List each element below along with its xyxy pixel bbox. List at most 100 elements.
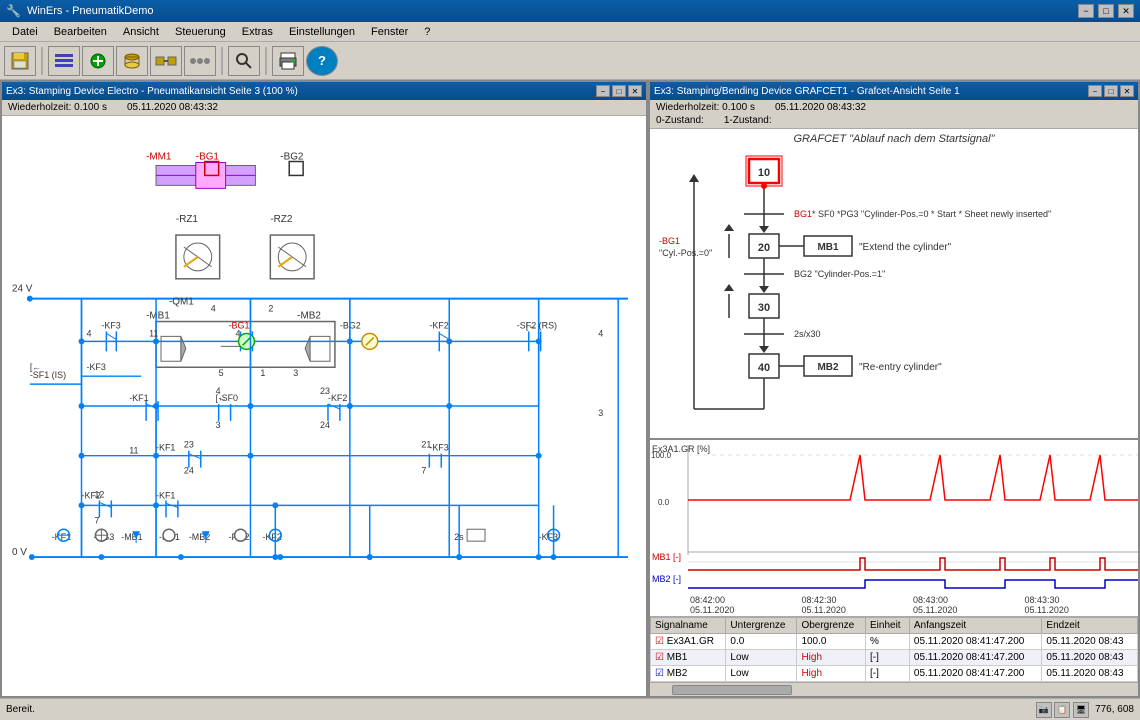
toolbar-print[interactable] — [272, 46, 304, 76]
svg-text:10: 10 — [758, 167, 770, 179]
svg-text:4: 4 — [598, 328, 603, 338]
pneumatic-minimize[interactable]: − — [596, 85, 610, 97]
toolbar-save[interactable] — [4, 46, 36, 76]
svg-text:"Cyl.-Pos.=0": "Cyl.-Pos.=0" — [659, 248, 712, 258]
svg-text:100.0: 100.0 — [651, 451, 672, 460]
svg-text:11: 11 — [149, 328, 158, 338]
grafcet-title: Ex3: Stamping/Bending Device GRAFCET1 - … — [654, 86, 960, 97]
svg-text:0.0: 0.0 — [658, 498, 670, 507]
row2-name: ☑ MB1 — [651, 650, 726, 666]
svg-text:12: 12 — [94, 489, 104, 499]
grafcet-datetime: 05.11.2020 08:43:32 — [775, 102, 866, 113]
menu-ansicht[interactable]: Ansicht — [115, 24, 167, 40]
menu-bearbeiten[interactable]: Bearbeiten — [46, 24, 115, 40]
title-controls[interactable]: − □ ✕ — [1078, 4, 1134, 18]
menu-extras[interactable]: Extras — [234, 24, 281, 40]
time-label-2: 08:42:3005.11.2020 — [802, 595, 914, 615]
pneumatic-controls[interactable]: − □ ✕ — [596, 85, 642, 97]
grafcet-content: GRAFCET "Ablauf nach dem Startsignal" 10 — [650, 129, 1138, 438]
add-icon — [89, 52, 107, 70]
toolbar-play[interactable] — [48, 46, 80, 76]
svg-text:MB2 [-]: MB2 [-] — [652, 574, 681, 584]
svg-text:3: 3 — [293, 368, 298, 378]
time-axis: 08:42:0005.11.2020 08:42:3005.11.2020 08… — [650, 594, 1138, 616]
chart-scrollbar[interactable] — [650, 682, 1138, 696]
pneumatic-maximize[interactable]: □ — [612, 85, 626, 97]
row3-high: High — [797, 666, 866, 682]
chart-area[interactable]: Ex3A1.GR [%] 100.0 0.0 MB1 [-] — [650, 440, 1138, 594]
close-button[interactable]: ✕ — [1118, 4, 1134, 18]
toolbar-separator-3 — [265, 47, 267, 75]
chart-svg: Ex3A1.GR [%] 100.0 0.0 MB1 [-] — [650, 440, 1138, 594]
svg-text:1: 1 — [260, 368, 265, 378]
search-icon — [235, 52, 253, 70]
row2-unit: [-] — [866, 650, 910, 666]
svg-text:4: 4 — [216, 386, 221, 396]
diagram-canvas[interactable]: 24 V 0 V -MM1 -BG1 — [2, 116, 646, 696]
status-icon-3[interactable]: 🖥 — [1073, 702, 1089, 718]
grafcet-minimize[interactable]: − — [1088, 85, 1102, 97]
svg-text:-KF2: -KF2 — [328, 393, 347, 403]
grafcet-one-state: 1-Zustand: — [724, 115, 772, 126]
title-left: 🔧 WinErs - PneumatikDemo — [6, 4, 154, 18]
window-title: WinErs - PneumatikDemo — [27, 5, 154, 17]
table-row: ☑ MB2 Low High [-] 05.11.2020 08:41:47.2… — [651, 666, 1138, 682]
toolbar-search[interactable] — [228, 46, 260, 76]
connections-icon — [155, 52, 177, 70]
svg-text:24 V: 24 V — [12, 284, 33, 295]
row3-start: 05.11.2020 08:41:47.200 — [909, 666, 1042, 682]
svg-text:4: 4 — [86, 328, 91, 338]
svg-text:BG2 "Cylinder-Pos.=1": BG2 "Cylinder-Pos.=1" — [794, 269, 885, 279]
svg-text:-QM1: -QM1 — [169, 297, 194, 308]
row1-unit: % — [866, 634, 910, 650]
col-endzeit: Endzeit — [1042, 618, 1138, 634]
toolbar-settings[interactable] — [116, 46, 148, 76]
menu-fenster[interactable]: Fenster — [363, 24, 416, 40]
grafcet-controls[interactable]: − □ ✕ — [1088, 85, 1134, 97]
pneumatic-titlebar: Ex3: Stamping Device Electro - Pneumatik… — [2, 82, 646, 100]
row1-checkbox[interactable]: ☑ — [655, 636, 664, 647]
row1-start: 05.11.2020 08:41:47.200 — [909, 634, 1042, 650]
col-untergrenze: Untergrenze — [726, 618, 797, 634]
row2-end: 05.11.2020 08:43 — [1042, 650, 1138, 666]
svg-text:BG1: BG1 — [794, 209, 812, 219]
status-icon-2[interactable]: 📋 — [1054, 702, 1070, 718]
svg-text:-KF1: -KF1 — [156, 443, 175, 453]
menu-datei[interactable]: Datei — [4, 24, 46, 40]
toolbar: ? — [0, 42, 1140, 80]
menu-steuerung[interactable]: Steuerung — [167, 24, 234, 40]
svg-text:-KF3: -KF3 — [86, 362, 105, 372]
col-obergrenze: Obergrenze — [797, 618, 866, 634]
toolbar-add[interactable] — [82, 46, 114, 76]
grafcet-close[interactable]: ✕ — [1120, 85, 1134, 97]
toolbar-separator-2 — [221, 47, 223, 75]
pneumatic-close[interactable]: ✕ — [628, 85, 642, 97]
grafcet-info: Wiederholzeit: 0.100 s 05.11.2020 08:43:… — [650, 100, 1138, 129]
row3-checkbox[interactable]: ☑ — [655, 668, 664, 679]
menu-einstellungen[interactable]: Einstellungen — [281, 24, 363, 40]
toolbar-connections[interactable] — [150, 46, 182, 76]
grafcet-maximize[interactable]: □ — [1104, 85, 1118, 97]
svg-text:MB1 [-]: MB1 [-] — [652, 552, 681, 562]
toolbar-separator-1 — [41, 47, 43, 75]
dots-icon — [189, 52, 211, 70]
maximize-button[interactable]: □ — [1098, 4, 1114, 18]
svg-text:2: 2 — [268, 304, 273, 314]
menu-help[interactable]: ? — [416, 24, 438, 40]
print-icon — [279, 52, 297, 70]
status-icon-1[interactable]: 📷 — [1036, 702, 1052, 718]
scrollbar-thumb[interactable] — [672, 685, 792, 695]
svg-text:20: 20 — [758, 242, 770, 254]
status-right: 📷 📋 🖥 776, 608 — [1036, 702, 1135, 718]
col-einheit: Einheit — [866, 618, 910, 634]
minimize-button[interactable]: − — [1078, 4, 1094, 18]
signal-table-container[interactable]: Signalname Untergrenze Obergrenze Einhei… — [650, 616, 1138, 682]
status-icons: 📷 📋 🖥 — [1036, 702, 1090, 718]
grafcet-name: GRAFCET "Ablauf nach dem Startsignal" — [654, 133, 1134, 145]
svg-text:23: 23 — [320, 386, 330, 396]
svg-text:40: 40 — [758, 362, 770, 374]
toolbar-dots[interactable] — [184, 46, 216, 76]
toolbar-help[interactable]: ? — [306, 46, 338, 76]
row2-checkbox[interactable]: ☑ — [655, 652, 664, 663]
svg-text:-MB1: -MB1 — [121, 532, 142, 542]
